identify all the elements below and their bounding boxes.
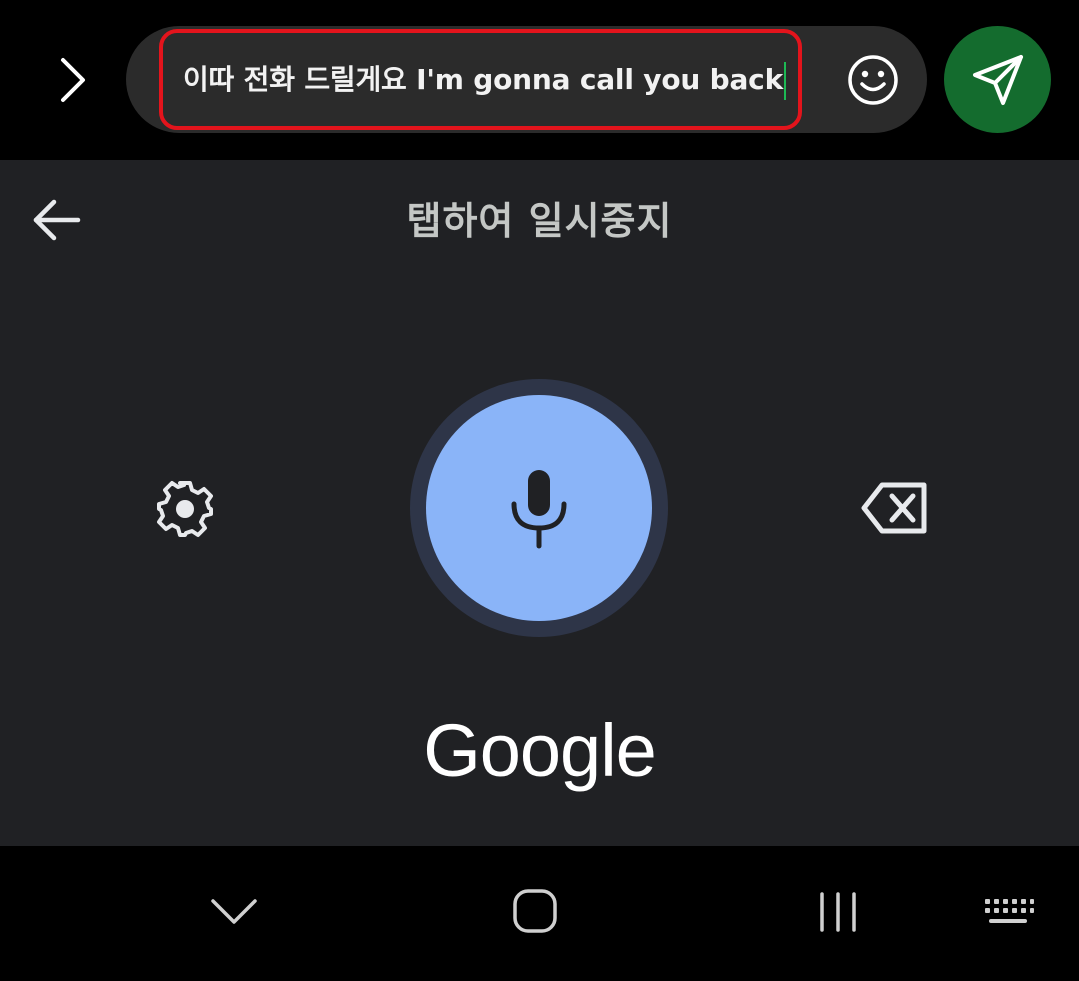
message-input[interactable]: 이따 전화 드릴게요 I'm gonna call you back xyxy=(159,29,802,130)
chevron-right-icon xyxy=(61,58,85,102)
chevron-down-icon xyxy=(211,899,257,924)
google-logo: Google xyxy=(423,709,657,792)
text-cursor xyxy=(784,62,786,100)
message-text: 이따 전화 드릴게요 I'm gonna call you back xyxy=(183,63,783,96)
hide-keyboard-button[interactable] xyxy=(204,890,264,934)
expand-button[interactable] xyxy=(48,52,98,108)
mic-button[interactable] xyxy=(426,395,652,621)
emoji-button[interactable] xyxy=(846,53,900,107)
keyboard-icon xyxy=(985,899,1034,923)
delete-button[interactable] xyxy=(860,481,930,535)
home-icon xyxy=(513,889,557,933)
send-icon xyxy=(972,54,1023,105)
microphone-icon xyxy=(511,470,567,549)
keyboard-switcher-button[interactable] xyxy=(978,894,1038,930)
compose-bar: 이따 전화 드릴게요 I'm gonna call you back xyxy=(0,0,1079,160)
mic-button-ring xyxy=(410,379,668,637)
navigation-bar xyxy=(0,846,1079,981)
recent-apps-button[interactable] xyxy=(810,890,866,934)
home-button[interactable] xyxy=(510,886,560,936)
smiley-icon xyxy=(848,55,898,105)
voice-settings-button[interactable] xyxy=(150,474,220,544)
voice-input-panel: 탭하여 일시중지 Google xyxy=(0,160,1079,846)
backspace-icon xyxy=(861,482,927,534)
voice-status-text[interactable]: 탭하여 일시중지 xyxy=(0,190,1079,245)
gear-icon xyxy=(157,481,213,537)
send-button[interactable] xyxy=(944,26,1051,133)
recent-apps-icon xyxy=(820,892,856,932)
